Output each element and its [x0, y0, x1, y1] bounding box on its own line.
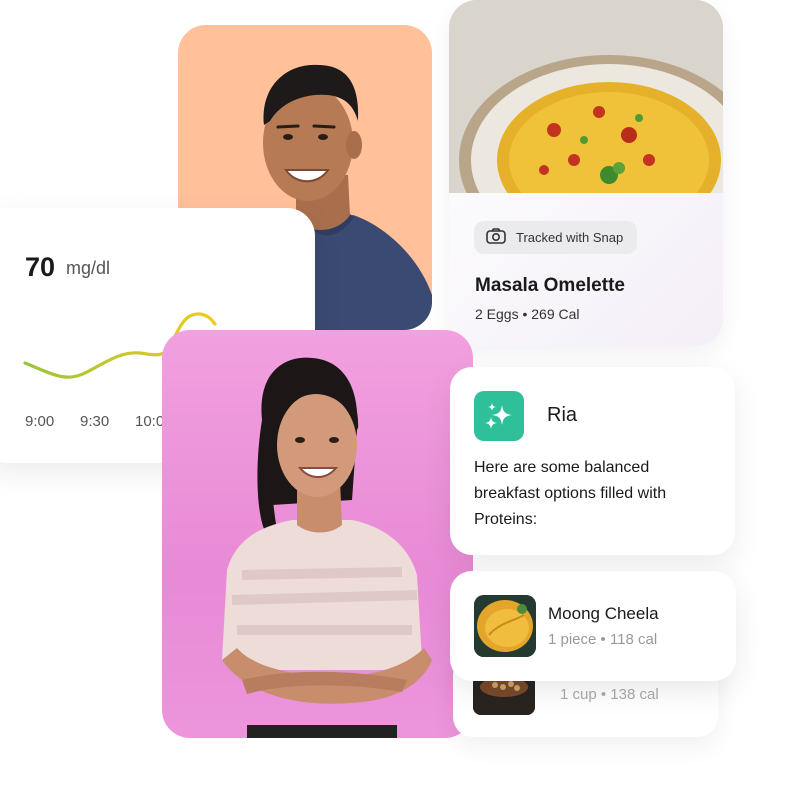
- sparkles-icon: [474, 391, 524, 441]
- food-thumbnail: [474, 595, 536, 657]
- food-info: Tracked with Snap Masala Omelette 2 Eggs…: [449, 193, 723, 346]
- chip-label: Tracked with Snap: [516, 230, 624, 245]
- woman-illustration: [222, 357, 432, 738]
- food-thumbnail: [473, 675, 535, 715]
- assistant-name: Ria: [547, 404, 578, 426]
- camera-icon: [486, 228, 506, 247]
- time-label: 9:00: [25, 413, 55, 430]
- suggestion-detail: 1 cup • 138 cal: [560, 686, 659, 703]
- suggestion-detail: 1 piece • 118 cal: [548, 631, 658, 648]
- omelette-illustration: [449, 0, 723, 193]
- food-title: Masala Omelette: [475, 275, 625, 296]
- woman-photo: [162, 330, 473, 738]
- food-card[interactable]: Tracked with Snap Masala Omelette 2 Eggs…: [449, 0, 723, 346]
- ria-message-card: Ria Here are some balanced breakfast opt…: [450, 367, 735, 555]
- time-label: 10:0: [135, 413, 165, 430]
- omelette-photo: [449, 0, 723, 193]
- assistant-message: Here are some balanced breakfast options…: [474, 459, 667, 528]
- tracked-with-snap-chip[interactable]: Tracked with Snap: [474, 221, 638, 254]
- food-subtitle: 2 Eggs • 269 Cal: [475, 306, 580, 322]
- time-label: 9:30: [80, 413, 110, 430]
- suggestion-name: Moong Cheela: [548, 604, 659, 623]
- suggestion-item[interactable]: Moong Cheela 1 piece • 118 cal: [450, 571, 736, 681]
